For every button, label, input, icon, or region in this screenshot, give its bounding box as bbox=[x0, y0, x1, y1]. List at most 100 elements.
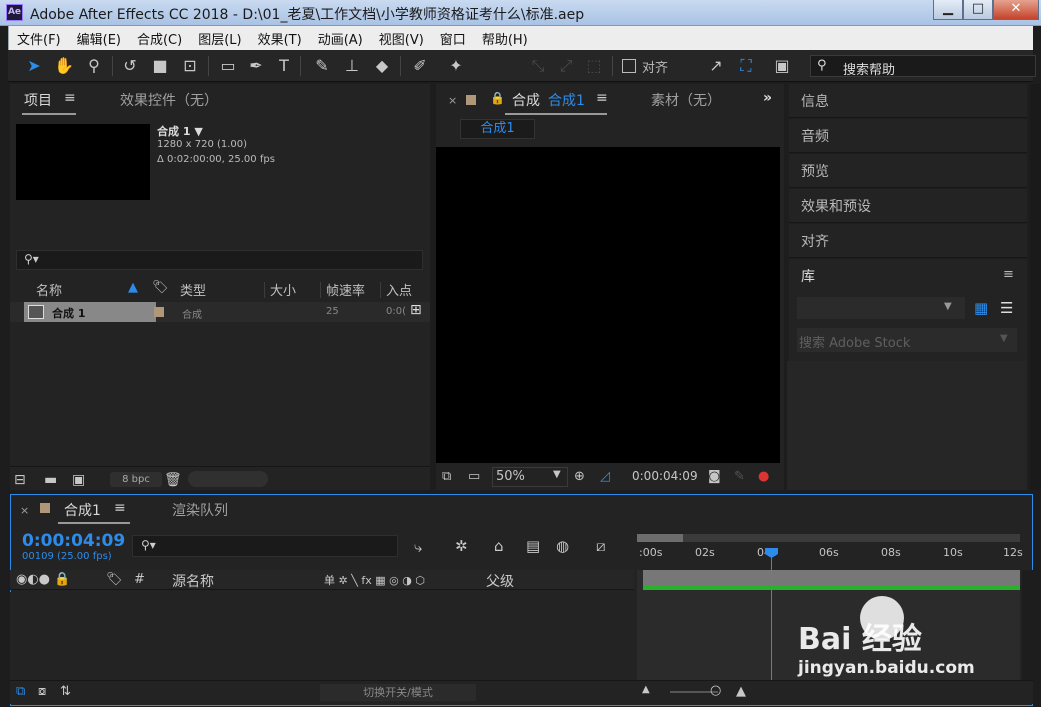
timeline-search-input[interactable]: ⚲▾ bbox=[132, 535, 398, 557]
tab-timeline-comp[interactable]: 合成1 bbox=[64, 500, 101, 520]
adobe-stock-search-input[interactable]: 搜索 Adobe Stock bbox=[797, 328, 1017, 352]
snap-grid-icon[interactable]: ⛶ bbox=[734, 54, 758, 78]
menu-view[interactable]: 视图(V) bbox=[371, 29, 432, 48]
toggle-switches-modes[interactable]: 切换开关/模式 bbox=[320, 684, 476, 701]
sort-asc-icon[interactable]: ▲ bbox=[128, 280, 138, 300]
menu-layer[interactable]: 图层(L) bbox=[190, 29, 249, 48]
composition-mini-flowchart-icon[interactable]: ⤷ bbox=[414, 538, 422, 556]
panel-menu-icon[interactable]: ≡ bbox=[114, 500, 126, 516]
label-column-icon[interactable]: 🏷 bbox=[152, 280, 169, 300]
column-size[interactable]: 大小 bbox=[270, 280, 296, 300]
tab-composition-prefix[interactable]: 合成 bbox=[512, 90, 540, 110]
menu-effect[interactable]: 效果(T) bbox=[250, 29, 310, 48]
menu-animation[interactable]: 动画(A) bbox=[310, 29, 371, 48]
work-area-range[interactable] bbox=[637, 534, 683, 542]
menu-edit[interactable]: 编辑(E) bbox=[69, 29, 129, 48]
project-search-input[interactable]: ⚲▾ bbox=[16, 250, 423, 270]
mask-visibility-icon[interactable]: ◿ bbox=[600, 469, 610, 484]
panel-preview[interactable]: 预览 bbox=[789, 154, 1027, 188]
tab-composition[interactable]: 合成1 bbox=[548, 90, 585, 110]
new-folder-icon[interactable]: ▬ bbox=[44, 472, 57, 488]
panel-info[interactable]: 信息 bbox=[789, 84, 1027, 118]
tab-render-queue[interactable]: 渲染队列 bbox=[172, 500, 228, 520]
row-name-cell[interactable]: 合成 1 bbox=[24, 302, 156, 322]
panel-effects-presets[interactable]: 效果和预设 bbox=[789, 189, 1027, 223]
hand-icon[interactable]: ✋ bbox=[52, 54, 76, 78]
zoom-in-icon[interactable]: ▲ bbox=[736, 684, 746, 699]
selected-item-name[interactable]: 合成 1 ▼ bbox=[157, 123, 203, 139]
label-column-icon[interactable]: 🏷 bbox=[106, 572, 123, 587]
transfer-controls-icon[interactable]: ⧇ bbox=[38, 684, 46, 699]
motion-blur-icon[interactable]: ◍ bbox=[556, 537, 569, 555]
av-features-icons[interactable]: ◉◐● 🔒 bbox=[16, 572, 70, 587]
draft-3d-icon[interactable]: ✲ bbox=[455, 537, 468, 555]
align-checkbox[interactable] bbox=[622, 59, 636, 73]
more-tabs-icon[interactable]: » bbox=[763, 90, 772, 106]
in-out-icon[interactable]: ⇅ bbox=[60, 684, 71, 699]
pen-icon[interactable]: ✒ bbox=[244, 54, 268, 78]
minimize-button[interactable]: ▁ bbox=[933, 0, 963, 20]
panel-menu-icon[interactable]: ≡ bbox=[1003, 267, 1014, 282]
zoom-icon[interactable]: ⚲ bbox=[82, 54, 106, 78]
column-source-name[interactable]: 源名称 bbox=[172, 571, 214, 591]
tab-footage[interactable]: 素材（无） bbox=[651, 90, 721, 110]
tab-project[interactable]: 项目 bbox=[24, 90, 52, 110]
always-preview-icon[interactable]: ⧉ bbox=[442, 469, 451, 484]
horizontal-scrollbar[interactable] bbox=[188, 471, 268, 487]
table-row[interactable]: 合成 1 bbox=[10, 302, 430, 322]
graph-editor-icon[interactable]: ⧄ bbox=[596, 537, 606, 555]
layer-list[interactable] bbox=[10, 592, 634, 680]
layer-duration-bar[interactable] bbox=[643, 570, 1020, 586]
camera-icon[interactable]: ■ bbox=[148, 54, 172, 78]
zoom-out-icon[interactable]: ▲ bbox=[642, 684, 650, 695]
work-area-bar[interactable] bbox=[637, 534, 1020, 542]
menu-help[interactable]: 帮助(H) bbox=[474, 29, 536, 48]
color-channels-icon[interactable]: ● bbox=[758, 469, 769, 484]
maximize-button[interactable]: □ bbox=[963, 0, 993, 20]
interpret-footage-icon[interactable]: ⊟ bbox=[14, 472, 26, 488]
switches-icons[interactable]: 单 ✲ ╲ fx ▦ ◎ ◑ ⬡ bbox=[324, 572, 425, 588]
layer-switches-icon[interactable]: ⧉ bbox=[16, 684, 25, 699]
panel-audio[interactable]: 音频 bbox=[789, 119, 1027, 153]
text-icon[interactable]: T bbox=[272, 54, 296, 78]
label-color-swatch[interactable] bbox=[154, 307, 164, 317]
grid-view-icon[interactable]: ▦ bbox=[974, 299, 988, 317]
time-ruler[interactable]: :00s 02s 04s 06s 08s 10s 12s bbox=[637, 544, 1023, 566]
flowchart-icon[interactable]: ⊞ bbox=[410, 302, 422, 318]
rectangle-icon[interactable]: ▭ bbox=[216, 54, 240, 78]
panel-menu-icon[interactable]: ≡ bbox=[64, 90, 76, 106]
snapshot-icon[interactable]: ◙ bbox=[708, 469, 721, 484]
timeline-scrollbar[interactable] bbox=[1022, 570, 1033, 680]
display-icon[interactable]: ▭ bbox=[468, 469, 480, 484]
tab-effect-controls[interactable]: 效果控件（无） bbox=[120, 90, 218, 110]
close-button[interactable]: ✕ bbox=[993, 0, 1039, 20]
right-scrollbar[interactable] bbox=[1030, 84, 1041, 490]
panel-menu-icon[interactable]: ≡ bbox=[596, 90, 608, 106]
new-composition-icon[interactable]: ▣ bbox=[72, 472, 85, 488]
bit-depth-button[interactable]: 8 bpc bbox=[110, 472, 162, 487]
column-name[interactable]: 名称 bbox=[36, 280, 62, 300]
world-axis-icon[interactable]: ⤢ bbox=[554, 54, 578, 78]
close-tab-icon[interactable]: × bbox=[448, 94, 457, 107]
menu-window[interactable]: 窗口 bbox=[432, 29, 474, 48]
shy-icon[interactable]: ⌂ bbox=[494, 537, 504, 555]
pan-behind-icon[interactable]: ⊡ bbox=[178, 54, 202, 78]
column-parent[interactable]: 父级 bbox=[486, 571, 514, 591]
local-axis-icon[interactable]: ⤡ bbox=[526, 54, 550, 78]
composition-navigator-tab[interactable]: 合成1 bbox=[460, 119, 535, 139]
frame-blending-icon[interactable]: ▤ bbox=[526, 537, 540, 555]
show-snapshot-icon[interactable]: ✎ bbox=[734, 469, 745, 484]
current-time-display[interactable]: 0:00:04:09 bbox=[22, 531, 125, 551]
workspace-icon[interactable]: ▣ bbox=[770, 54, 794, 78]
trash-icon[interactable]: 🗑 bbox=[164, 472, 182, 488]
brush-icon[interactable]: ✎ bbox=[310, 54, 334, 78]
column-frame-rate[interactable]: 帧速率 bbox=[326, 280, 365, 300]
library-dropdown[interactable] bbox=[797, 297, 965, 319]
view-axis-icon[interactable]: ⬚ bbox=[582, 54, 606, 78]
viewer-timecode[interactable]: 0:00:04:09 bbox=[632, 469, 698, 483]
menu-composition[interactable]: 合成(C) bbox=[129, 29, 190, 48]
close-tab-icon[interactable]: × bbox=[20, 504, 29, 517]
selection-icon[interactable]: ➤ bbox=[22, 54, 46, 78]
list-view-icon[interactable]: ☰ bbox=[1000, 299, 1013, 317]
eraser-icon[interactable]: ◆ bbox=[370, 54, 394, 78]
